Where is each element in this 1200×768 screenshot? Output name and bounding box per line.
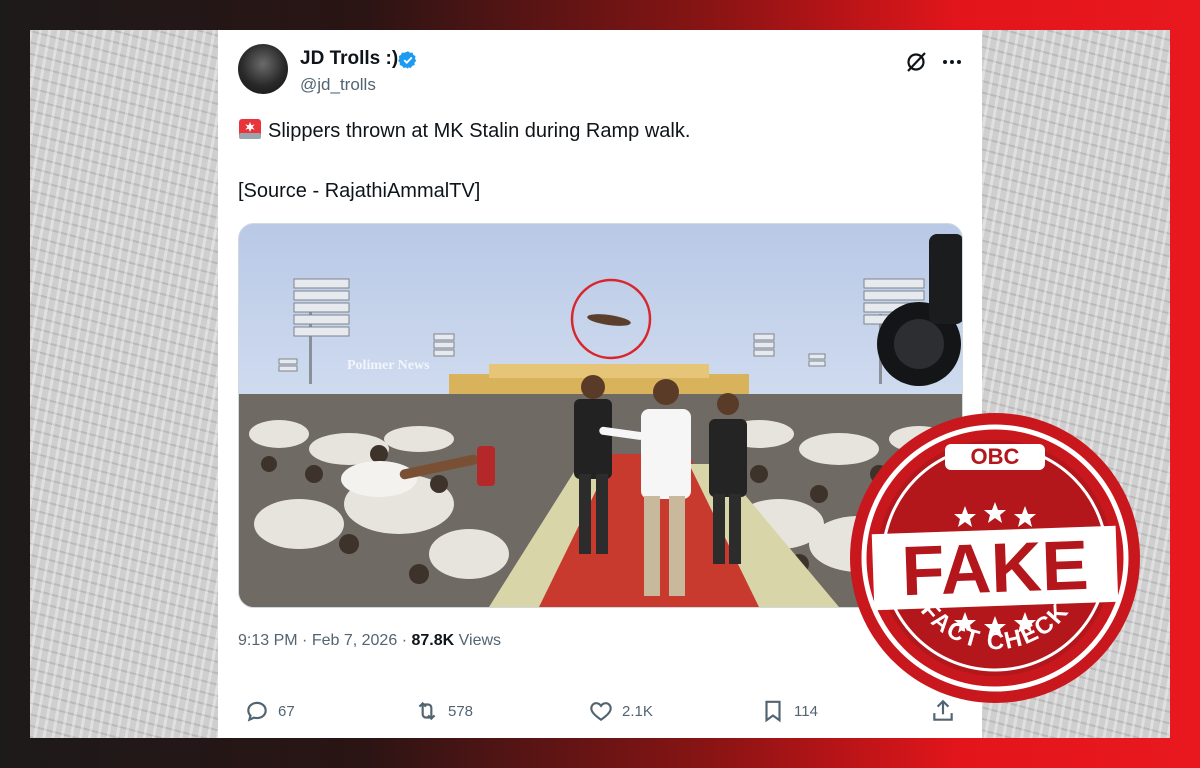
views-count: 87.8K	[411, 632, 455, 649]
repost-button[interactable]: 578	[414, 698, 473, 724]
fake-fact-check-stamp: OBC FAKE FACT CHECK	[850, 413, 1140, 703]
author-name[interactable]: JD Trolls :)	[300, 48, 398, 70]
views-label: Views	[458, 632, 502, 649]
like-count: 2.1K	[622, 702, 653, 720]
verified-icon	[398, 51, 417, 69]
reply-button[interactable]: 67	[244, 698, 295, 724]
media-watermark: Polimer News	[347, 358, 430, 373]
bookmark-count: 114	[794, 702, 818, 720]
avatar[interactable]	[238, 44, 288, 94]
repost-count: 578	[448, 702, 474, 720]
reply-icon	[247, 701, 267, 722]
reply-count: 67	[278, 702, 295, 720]
repost-icon	[418, 701, 436, 721]
bookmark-button[interactable]: 114	[760, 698, 818, 724]
tweet-text: Slippers thrown at MK Stalin during Ramp…	[268, 120, 691, 142]
stamp-main-text: FAKE	[900, 526, 1089, 610]
tweet-date[interactable]: Feb 7, 2026	[312, 632, 397, 649]
bookmark-icon	[765, 700, 781, 723]
tweet-source: [Source - RajathiAmmalTV]	[238, 180, 481, 202]
stamp-top-text: OBC	[971, 444, 1020, 469]
siren-emoji-icon	[239, 119, 261, 139]
author-handle[interactable]: @jd_trolls	[300, 75, 376, 95]
tweet-meta: 9:13 PM · Feb 7, 2026 · 87.8K Views	[238, 632, 502, 649]
grok-icon[interactable]	[904, 50, 928, 74]
like-button[interactable]: 2.1K	[588, 698, 653, 724]
like-icon	[590, 702, 612, 721]
obc-logo-icon: OBC	[945, 444, 1045, 470]
more-icon[interactable]	[940, 50, 964, 74]
tweet-time[interactable]: 9:13 PM	[238, 632, 298, 649]
tweet-text-line: Slippers thrown at MK Stalin during Ramp…	[238, 118, 690, 143]
